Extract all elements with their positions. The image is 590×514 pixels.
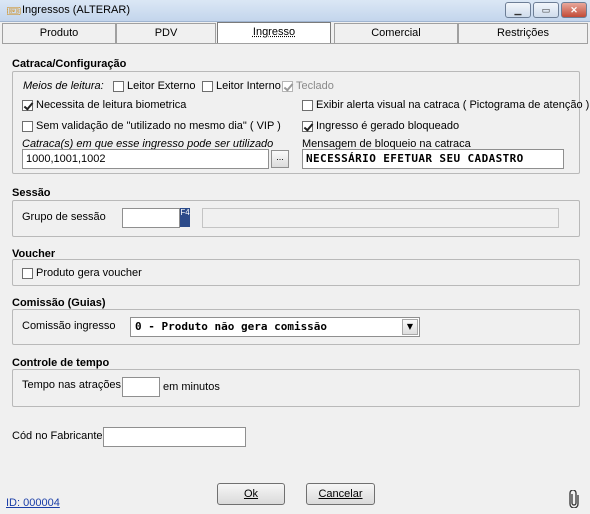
cancel-button[interactable]: Cancelar (306, 483, 375, 505)
comissao-selected-value: 0 - Produto não gera comissão (135, 320, 328, 333)
fabricante-input[interactable] (103, 427, 246, 447)
alerta-visual-label: Exibir alerta visual na catraca ( Pictog… (316, 99, 590, 111)
tab-ingresso[interactable]: Ingresso (217, 22, 331, 44)
comissao-label: Comissão ingresso (22, 320, 116, 332)
fabricante-label: Cód no Fabricante (12, 430, 103, 442)
ticket-icon: 🎟 (6, 4, 22, 18)
meios-leitura-label: Meios de leitura: (23, 80, 104, 92)
tab-produto[interactable]: Produto (2, 23, 116, 43)
mensagem-bloqueio-input[interactable]: NECESSÁRIO EFETUAR SEU CADASTRO (302, 149, 564, 169)
minimize-button[interactable]: ▁ (505, 2, 531, 18)
chevron-down-icon[interactable]: ▼ (402, 319, 418, 335)
window-title: Ingressos (ALTERAR) (22, 4, 130, 16)
leitor-externo-label: Leitor Externo (127, 80, 196, 92)
grupo-sessao-input[interactable] (122, 208, 180, 228)
sem-validacao-label: Sem validação de "utilizado no mesmo dia… (36, 120, 281, 132)
alerta-visual-checkbox[interactable] (302, 100, 313, 111)
biometrica-label: Necessita de leitura biometrica (36, 99, 187, 111)
leitor-externo-checkbox[interactable] (113, 81, 124, 92)
teclado-label: Teclado (296, 80, 334, 92)
gera-voucher-label: Produto gera voucher (36, 267, 142, 279)
grupo-sessao-label: Grupo de sessão (22, 211, 106, 223)
section-title-comissao: Comissão (Guias) (12, 297, 106, 309)
gera-voucher-checkbox[interactable] (22, 268, 33, 279)
tempo-unit-label: em minutos (163, 381, 220, 393)
tab-pdv[interactable]: PDV (116, 23, 216, 43)
teclado-checkbox (282, 81, 293, 92)
tempo-label: Tempo nas atrações (22, 379, 122, 391)
grupo-sessao-descricao (202, 208, 559, 228)
tempo-input[interactable] (122, 377, 160, 397)
lookup-f4-button[interactable]: F4 (180, 208, 190, 227)
biometrica-checkbox[interactable] (22, 100, 33, 111)
catracas-input[interactable]: 1000,1001,1002 (22, 149, 269, 169)
comissao-select[interactable]: 0 - Produto não gera comissão ▼ (130, 317, 420, 337)
record-id-link[interactable]: ID: 000004 (6, 497, 60, 509)
section-title-catraca: Catraca/Configuração (12, 58, 127, 70)
bloqueado-checkbox[interactable] (302, 121, 313, 132)
ok-button[interactable]: Ok (217, 483, 285, 505)
leitor-interno-checkbox[interactable] (202, 81, 213, 92)
tab-comercial[interactable]: Comercial (334, 23, 458, 43)
paperclip-icon[interactable] (569, 490, 579, 508)
section-title-sessao: Sessão (12, 187, 51, 199)
leitor-interno-label: Leitor Interno (216, 80, 281, 92)
tab-restricoes[interactable]: Restrições (458, 23, 588, 43)
browse-catracas-button[interactable]: ... (271, 150, 289, 168)
section-title-tempo: Controle de tempo (12, 357, 110, 369)
title-bar: 🎟 Ingressos (ALTERAR) ▁ ▭ ✕ (0, 0, 590, 22)
bloqueado-label: Ingresso é gerado bloqueado (316, 120, 460, 132)
sem-validacao-checkbox[interactable] (22, 121, 33, 132)
close-button[interactable]: ✕ (561, 2, 587, 18)
maximize-button[interactable]: ▭ (533, 2, 559, 18)
